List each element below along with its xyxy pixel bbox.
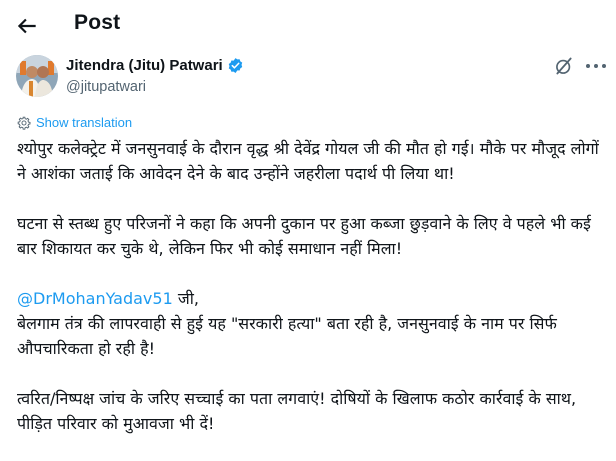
mention-link[interactable]: @DrMohanYadav51 bbox=[17, 289, 173, 308]
author-handle[interactable]: @jitupatwari bbox=[66, 79, 146, 95]
post-paragraph-2: घटना से स्तब्ध हुए परिजनों ने कहा कि अपन… bbox=[17, 214, 591, 258]
author-name-row: Jitendra (Jitu) Patwari bbox=[66, 57, 244, 74]
verified-badge-icon bbox=[228, 58, 242, 73]
post-paragraph-3: @DrMohanYadav51 जी, बेलगाम तंत्र की लापरव… bbox=[17, 286, 609, 361]
top-bar: Post bbox=[0, 0, 616, 50]
post-paragraph-4: त्वरित/निष्पक्ष जांच के जरिए सच्चाई का प… bbox=[17, 389, 577, 433]
arrow-left-icon[interactable] bbox=[14, 13, 40, 39]
gear-icon[interactable] bbox=[17, 116, 31, 130]
author-name[interactable]: Jitendra (Jitu) Patwari bbox=[66, 57, 223, 74]
show-translation-label[interactable]: Show translation bbox=[36, 115, 132, 130]
post-paragraph-3-text: बेलगाम तंत्र की लापरवाही से हुई यह "सरका… bbox=[17, 314, 557, 358]
mention-suffix: जी, bbox=[172, 289, 199, 308]
show-translation-link[interactable]: Show translation bbox=[17, 115, 132, 130]
page-title: Post bbox=[74, 11, 121, 34]
grok-icon[interactable] bbox=[554, 56, 574, 76]
avatar[interactable] bbox=[16, 55, 58, 97]
more-options-icon[interactable] bbox=[586, 58, 606, 74]
post-paragraph-1: श्योपुर कलेक्ट्रेट में जनसुनवाई के दौरान… bbox=[17, 139, 599, 183]
post-author: Jitendra (Jitu) Patwari @jitupatwari bbox=[16, 52, 606, 102]
post-body: श्योपुर कलेक्ट्रेट में जनसुनवाई के दौरान… bbox=[17, 136, 609, 461]
